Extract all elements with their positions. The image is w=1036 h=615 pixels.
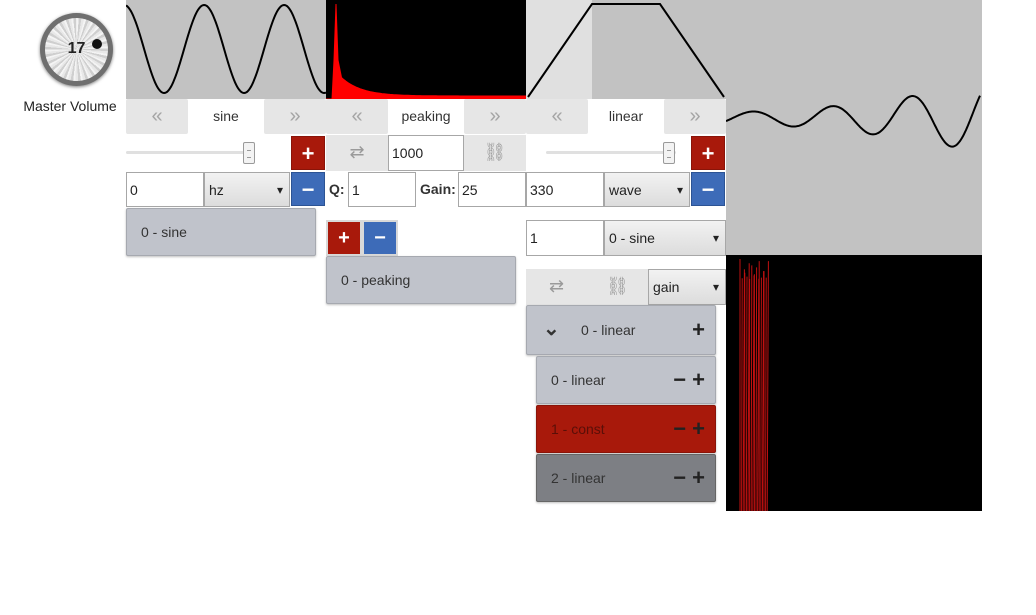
filter-q-input[interactable]: 1: [348, 172, 416, 207]
oscillator-list-item[interactable]: 0 - sine: [126, 208, 316, 256]
envelope-child-label: 2 - linear: [551, 470, 606, 486]
envelope-child-label: 0 - linear: [551, 372, 606, 388]
filter-type-label: peaking: [388, 99, 464, 134]
filter-gain-label: Gain:: [420, 181, 456, 197]
envelope-display: [526, 0, 726, 99]
filter-swap-icon[interactable]: ⇄: [326, 135, 388, 171]
envelope-tree-root-label: 0 - linear: [581, 322, 636, 338]
oscillator-slider-track[interactable]: [126, 151, 254, 154]
envelope-plot: [527, 3, 725, 98]
master-volume-knob[interactable]: 17: [40, 13, 113, 86]
envelope-prev-button[interactable]: «: [526, 99, 588, 134]
envelope-child-label: 1 - const: [551, 421, 605, 437]
oscillator-frequency-input[interactable]: 0: [126, 172, 204, 207]
filter-remove-button[interactable]: −: [362, 220, 398, 256]
envelope-count-input[interactable]: 1: [526, 220, 604, 256]
child-controls: −+: [673, 455, 711, 501]
oscillator-unit-select[interactable]: hz: [204, 172, 290, 207]
plus-icon[interactable]: +: [692, 306, 711, 354]
envelope-wave-select[interactable]: wave: [604, 172, 690, 207]
filter-gain-input[interactable]: 25: [458, 172, 526, 207]
oscillator-prev-button[interactable]: «: [126, 99, 188, 134]
filter-next-button[interactable]: »: [464, 99, 526, 134]
envelope-slider-track[interactable]: [546, 151, 676, 154]
child-controls: −+: [673, 406, 711, 452]
output-waveform-display: [726, 0, 982, 255]
envelope-target-select[interactable]: gain: [648, 269, 726, 305]
oscillator-add-button[interactable]: +: [291, 136, 325, 170]
child-controls: −+: [673, 357, 711, 403]
spectrum-analyzer-display: [726, 255, 982, 511]
sine-wave-plot: [126, 3, 326, 95]
envelope-tree-child[interactable]: 2 - linear −+: [536, 454, 716, 502]
envelope-unlink-icon[interactable]: ⛓: [587, 269, 648, 305]
master-volume-label: Master Volume: [23, 98, 117, 114]
oscillator-remove-button[interactable]: −: [291, 172, 325, 206]
envelope-tree-root[interactable]: ⌄ 0 - linear +: [526, 305, 716, 355]
oscillator-waveform-display: [126, 0, 326, 99]
filter-response-plot: [326, 3, 526, 99]
knob-indicator-dot: [92, 39, 102, 49]
spectrum-plot: [739, 259, 769, 511]
output-wave-plot: [726, 95, 981, 148]
envelope-source-select[interactable]: 0 - sine: [604, 220, 726, 256]
envelope-next-button[interactable]: »: [664, 99, 726, 134]
envelope-remove-button[interactable]: −: [691, 172, 725, 206]
filter-prev-button[interactable]: «: [326, 99, 388, 134]
envelope-slider-thumb[interactable]: [663, 142, 675, 164]
envelope-tree-child-selected[interactable]: 1 - const −+: [536, 405, 716, 453]
plus-icon[interactable]: +: [692, 465, 711, 490]
filter-unlink-icon[interactable]: ⛓: [464, 135, 526, 171]
envelope-swap-icon[interactable]: ⇄: [526, 269, 587, 305]
plus-icon[interactable]: +: [692, 416, 711, 441]
oscillator-type-label: sine: [188, 99, 264, 134]
envelope-add-button[interactable]: +: [691, 136, 725, 170]
filter-item-label: 0 - peaking: [341, 272, 411, 288]
filter-list-item[interactable]: 0 - peaking: [326, 256, 516, 304]
oscillator-item-label: 0 - sine: [141, 224, 187, 240]
envelope-type-label: linear: [588, 99, 664, 134]
knob-face: 17: [45, 18, 108, 81]
plus-icon[interactable]: +: [692, 367, 711, 392]
minus-icon[interactable]: −: [673, 465, 692, 490]
filter-response-display: [326, 0, 526, 99]
envelope-value-input[interactable]: 330: [526, 172, 604, 207]
filter-frequency-input[interactable]: 1000: [388, 135, 464, 171]
filter-q-label: Q:: [329, 181, 345, 197]
filter-add-button[interactable]: +: [326, 220, 362, 256]
oscillator-next-button[interactable]: »: [264, 99, 326, 134]
envelope-tree-child[interactable]: 0 - linear −+: [536, 356, 716, 404]
minus-icon[interactable]: −: [673, 367, 692, 392]
oscillator-slider-thumb[interactable]: [243, 142, 255, 164]
minus-icon[interactable]: −: [673, 416, 692, 441]
chevron-down-icon[interactable]: ⌄: [543, 305, 560, 353]
